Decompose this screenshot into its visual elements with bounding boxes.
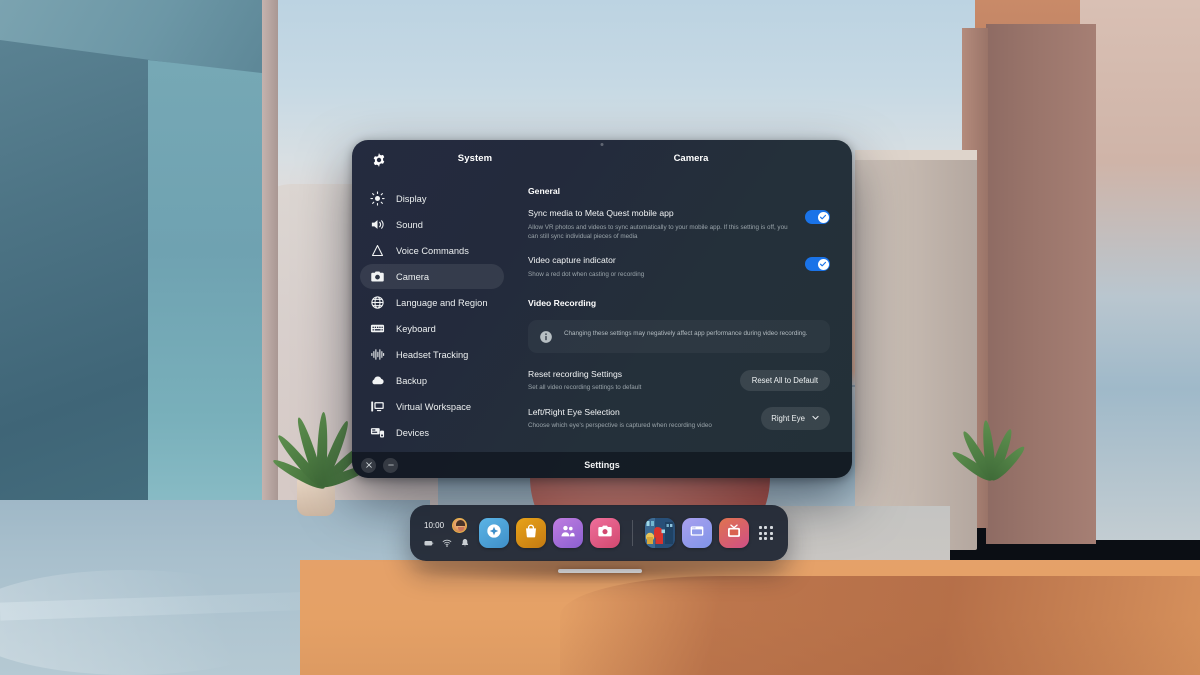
setting-subtitle: Choose which eye's perspective is captur…	[528, 422, 712, 430]
sidebar-item-devices[interactable]: Devices	[360, 420, 504, 445]
info-notice-text: Changing these settings may negatively a…	[564, 329, 808, 337]
dock-app-explore[interactable]	[479, 518, 510, 548]
close-button[interactable]	[361, 457, 376, 473]
setting-row-sync-media: Sync media to Meta Quest mobile app Allo…	[528, 208, 830, 241]
sidebar-item-label: Sound	[396, 219, 423, 230]
dock-status-cluster: 10:00	[420, 518, 473, 548]
notification-bell-icon[interactable]	[460, 538, 470, 548]
voice-commands-icon	[370, 243, 385, 258]
toggle-knob	[817, 258, 829, 270]
dock-divider	[632, 520, 634, 546]
minimize-button[interactable]	[383, 457, 398, 473]
settings-window: System Camera Display Sound Voice Comman…	[352, 140, 852, 478]
setting-row-left-right-eye-selection: Left/Right Eye Selection Choose which ey…	[528, 407, 830, 431]
sidebar-item-label: Voice Commands	[396, 245, 469, 256]
sidebar-item-label: Keyboard	[396, 323, 436, 334]
sidebar-item-backup[interactable]: Backup	[360, 368, 504, 393]
chevron-down-icon	[811, 413, 820, 424]
eye-selection-value: Right Eye	[771, 414, 805, 424]
sidebar-item-headset-tracking[interactable]: Headset Tracking	[360, 342, 504, 367]
brightness-icon	[370, 191, 385, 206]
sidebar-item-display[interactable]: Display	[360, 186, 504, 211]
setting-title: Reset recording Settings	[528, 368, 623, 379]
video-capture-indicator-toggle[interactable]	[805, 257, 830, 272]
setting-title: Left/Right Eye Selection	[528, 406, 620, 417]
monitor-icon	[370, 399, 385, 414]
reset-all-to-default-button[interactable]: Reset All to Default	[739, 370, 830, 392]
window-page-title: Camera	[673, 153, 709, 164]
wifi-icon[interactable]	[442, 538, 452, 548]
sidebar-item-label: Language and Region	[396, 297, 488, 308]
setting-title: Sync media to Meta Quest mobile app	[528, 208, 674, 218]
setting-subtitle: Set all video recording settings to defa…	[528, 384, 642, 392]
window-grab-handle[interactable]	[600, 143, 604, 146]
camera-icon	[370, 269, 385, 284]
sidebar-item-label: Virtual Workspace	[396, 401, 472, 412]
devices-icon	[370, 425, 385, 440]
sidebar-item-label: Camera	[396, 271, 430, 282]
sync-media-toggle[interactable]	[805, 210, 830, 224]
sidebar-item-camera[interactable]: Camera	[360, 264, 504, 289]
sidebar-item-virtual-workspace[interactable]: Virtual Workspace	[360, 394, 504, 419]
window-app-title: System	[457, 153, 493, 164]
sidebar-item-label: Devices	[396, 427, 430, 438]
info-icon	[539, 330, 553, 344]
vr-home-environment: System Camera Display Sound Voice Comman…	[0, 0, 1200, 675]
section-heading-general: General	[528, 186, 561, 196]
television-icon	[726, 523, 742, 544]
sidebar-item-sound[interactable]: Sound	[360, 212, 504, 237]
camera-icon	[597, 523, 613, 544]
eye-selection-dropdown[interactable]: Right Eye	[761, 407, 830, 431]
stone-pillar-top	[855, 150, 977, 160]
setting-row-video-capture-indicator: Video capture indicator Show a red dot w…	[528, 255, 830, 279]
settings-content: General Sync media to Meta Quest mobile …	[528, 186, 852, 454]
dock-app-tv[interactable]	[719, 518, 750, 548]
setting-title: Video capture indicator	[528, 255, 616, 266]
window-header: System Camera	[352, 140, 852, 180]
taskbar-dock: 10:00	[410, 505, 788, 561]
sidebar-item-label: Headset Tracking	[396, 349, 469, 360]
avatar[interactable]	[452, 518, 468, 533]
setting-subtitle: Allow VR photos and videos to sync autom…	[528, 223, 788, 241]
info-notice: Changing these settings may negatively a…	[528, 319, 830, 353]
sidebar-item-keyboard[interactable]: Keyboard	[360, 316, 504, 341]
right-window-strip	[1080, 0, 1200, 540]
clock-label: 10:00	[424, 521, 445, 530]
window-footer-title: Settings	[584, 460, 620, 470]
dock-app-among-us-game[interactable]	[645, 518, 676, 548]
dock-app-people[interactable]	[553, 518, 584, 548]
battery-icon[interactable]	[424, 538, 434, 548]
people-icon	[560, 523, 576, 544]
gear-icon	[371, 152, 387, 168]
sidebar-item-language-and-region[interactable]: Language and Region	[360, 290, 504, 315]
keyboard-icon	[370, 321, 385, 336]
shopping-bag-icon	[523, 523, 539, 544]
game-thumbnail	[645, 518, 676, 548]
compass-icon	[486, 523, 502, 544]
home-indicator-bar[interactable]	[558, 569, 642, 573]
orange-floor-shadow	[560, 576, 1200, 675]
section-heading-video-recording: Video Recording	[528, 297, 597, 308]
setting-subtitle: Show a red dot when casting or recording	[528, 271, 645, 279]
sidebar-item-label: Display	[396, 193, 427, 204]
dock-app-store[interactable]	[516, 518, 547, 548]
app-library-button[interactable]	[753, 520, 778, 546]
teal-inner-wall	[148, 60, 270, 538]
window-footer: Settings	[352, 452, 852, 478]
waveform-icon	[370, 347, 385, 362]
sidebar-item-voice-commands[interactable]: Voice Commands	[360, 238, 504, 263]
dock-app-browser[interactable]	[682, 518, 713, 548]
sidebar-item-label: Backup	[396, 375, 428, 386]
speaker-icon	[370, 217, 385, 232]
dock-app-list	[479, 518, 750, 548]
toggle-knob	[817, 211, 829, 223]
browser-window-icon	[689, 523, 705, 544]
cloud-icon	[370, 373, 385, 388]
globe-icon	[370, 295, 385, 310]
dock-app-camera[interactable]	[590, 518, 621, 548]
potted-plant-right	[948, 398, 1028, 510]
setting-row-reset-recording-settings: Reset recording Settings Set all video r…	[528, 369, 830, 393]
settings-sidebar: Display Sound Voice Commands Camera Lang…	[352, 186, 512, 446]
